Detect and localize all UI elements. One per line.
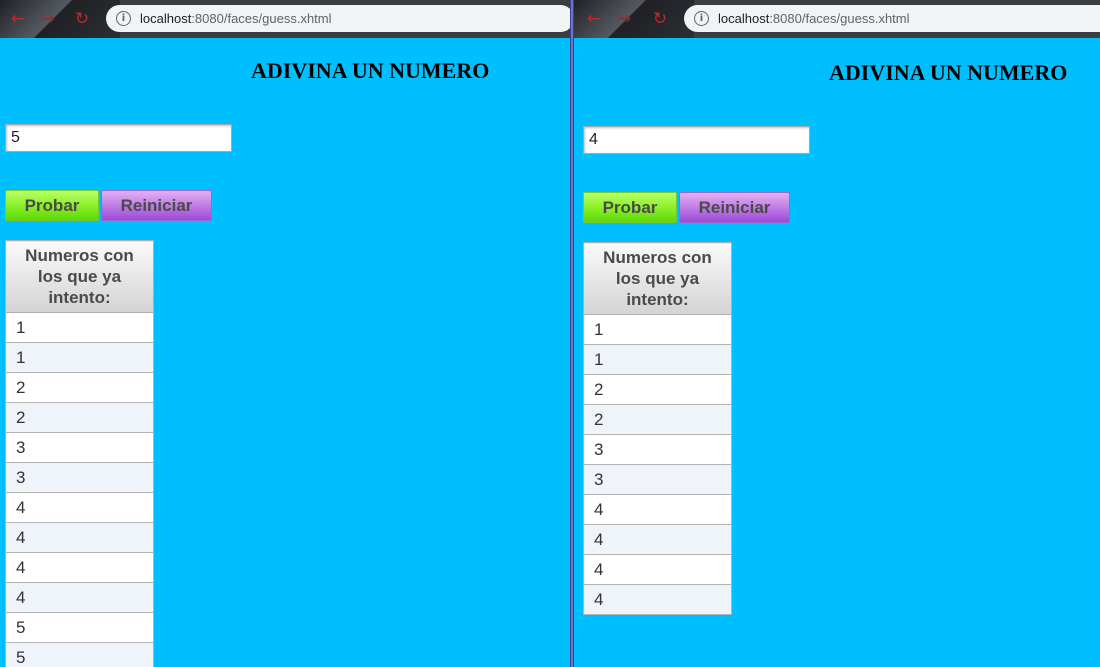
page-title: ADIVINA UN NUMERO (829, 60, 1068, 85)
url-path: :8080/faces/guess.xhtml (191, 11, 332, 26)
url-path: :8080/faces/guess.xhtml (769, 11, 910, 26)
table-row: 5 (5, 612, 154, 643)
guess-input[interactable] (583, 126, 810, 154)
probar-button[interactable]: Probar (5, 190, 99, 221)
guess-input[interactable] (5, 124, 232, 152)
table-row: 3 (583, 464, 732, 495)
table-row: 4 (5, 552, 154, 583)
attempts-table-header: Numeros con los que ya intento: (583, 242, 732, 315)
reiniciar-button[interactable]: Reiniciar (679, 192, 790, 223)
url-host: localhost (140, 11, 192, 26)
back-arrow-icon[interactable]: ← (8, 9, 28, 29)
table-row: 1 (5, 312, 154, 343)
table-row: 3 (583, 434, 732, 465)
browser-toolbar: ← → ↻ i localhost:8080/faces/guess.xhtml (574, 0, 1100, 38)
table-row: 4 (583, 584, 732, 615)
table-row: 4 (5, 582, 154, 613)
back-arrow-icon[interactable]: ← (584, 9, 604, 29)
table-row: 4 (5, 522, 154, 553)
url-host: localhost (718, 11, 770, 26)
address-bar[interactable]: i localhost:8080/faces/guess.xhtml (106, 5, 570, 32)
attempts-table: Numeros con los que ya intento: 1 1 2 2 … (5, 240, 154, 667)
table-row: 2 (583, 374, 732, 405)
table-row: 1 (5, 342, 154, 373)
table-row: 3 (5, 432, 154, 463)
table-row: 4 (583, 554, 732, 585)
table-row: 3 (5, 462, 154, 493)
browser-window-right: ← → ↻ i localhost:8080/faces/guess.xhtml… (574, 0, 1100, 667)
table-row: 4 (5, 492, 154, 523)
forward-arrow-icon[interactable]: → (614, 9, 634, 29)
forward-arrow-icon[interactable]: → (38, 9, 58, 29)
info-icon[interactable]: i (116, 11, 131, 26)
address-bar[interactable]: i localhost:8080/faces/guess.xhtml (684, 5, 1100, 32)
url-text: localhost:8080/faces/guess.xhtml (140, 11, 332, 26)
table-row: 4 (583, 524, 732, 555)
table-row: 5 (5, 642, 154, 667)
browser-window-left: ← → ↻ i localhost:8080/faces/guess.xhtml… (0, 0, 570, 667)
probar-button[interactable]: Probar (583, 192, 677, 223)
reiniciar-button[interactable]: Reiniciar (101, 190, 212, 221)
url-text: localhost:8080/faces/guess.xhtml (718, 11, 910, 26)
browser-toolbar: ← → ↻ i localhost:8080/faces/guess.xhtml (0, 0, 570, 38)
table-row: 1 (583, 344, 732, 375)
reload-icon[interactable]: ↻ (72, 9, 92, 29)
table-row: 4 (583, 494, 732, 525)
table-row: 2 (583, 404, 732, 435)
table-row: 2 (5, 402, 154, 433)
reload-icon[interactable]: ↻ (650, 9, 670, 29)
attempts-table: Numeros con los que ya intento: 1 1 2 2 … (583, 242, 732, 615)
page-title: ADIVINA UN NUMERO (251, 58, 490, 83)
table-row: 1 (583, 314, 732, 345)
attempts-table-header: Numeros con los que ya intento: (5, 240, 154, 313)
info-icon[interactable]: i (694, 11, 709, 26)
table-row: 2 (5, 372, 154, 403)
